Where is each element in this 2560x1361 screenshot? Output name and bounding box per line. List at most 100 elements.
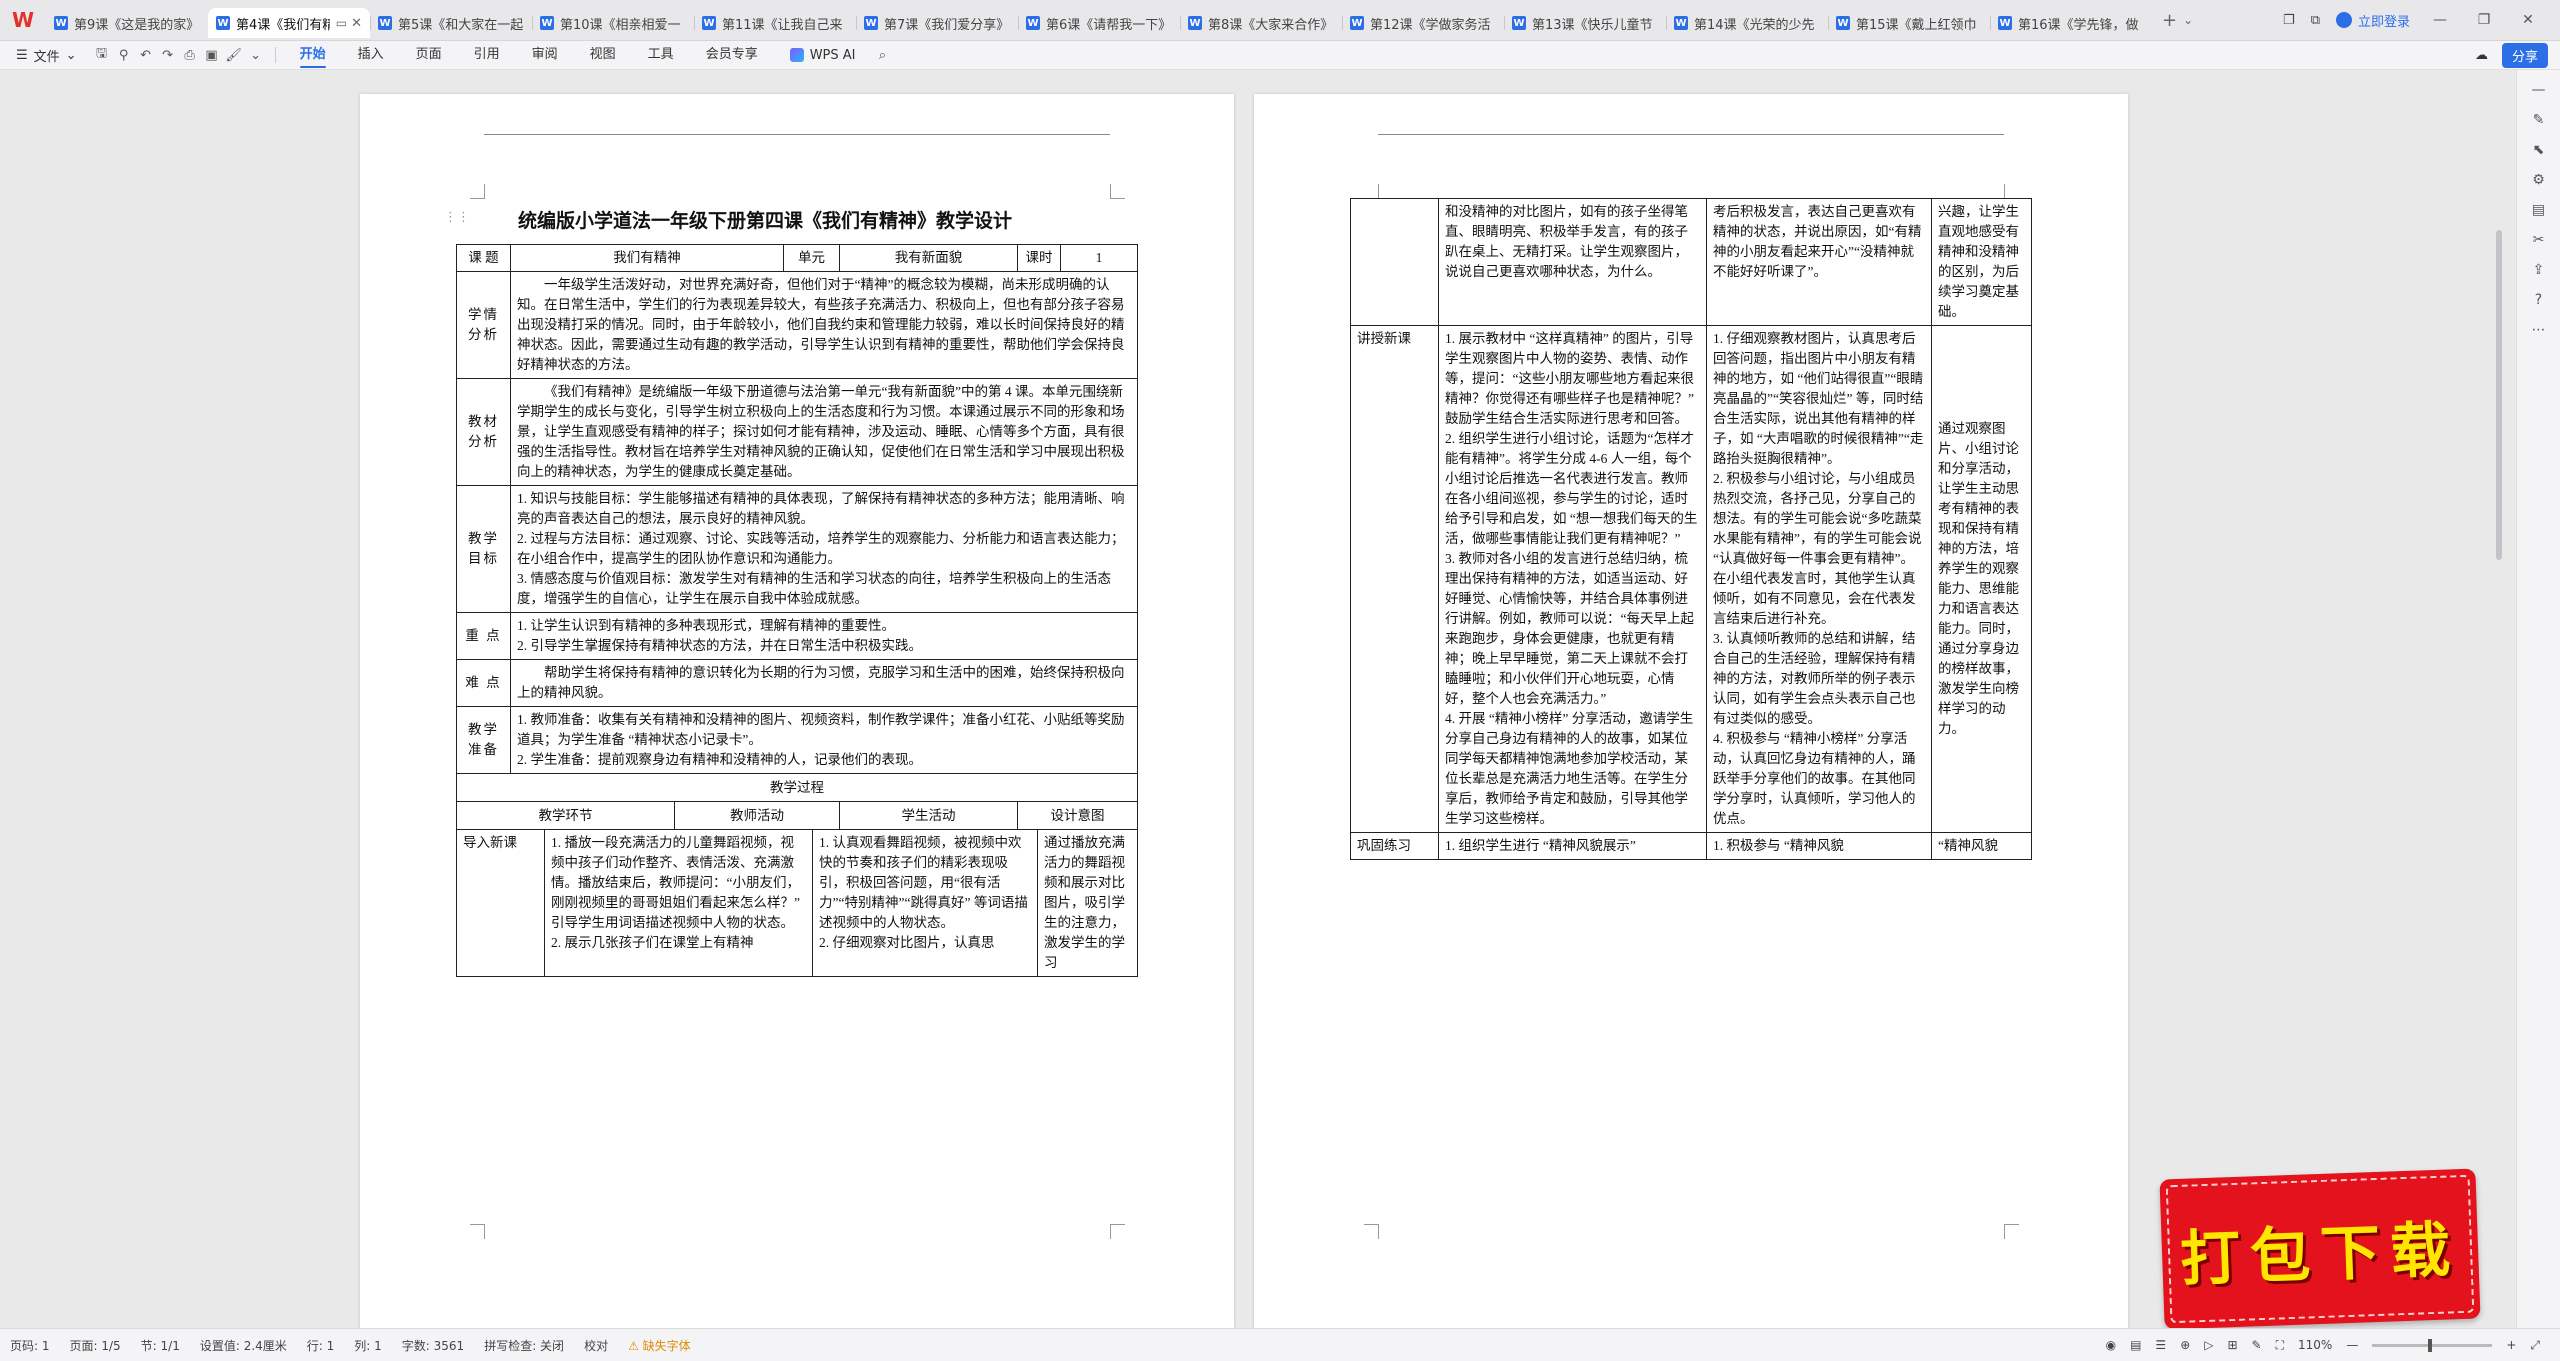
wps-logo-icon[interactable]: W	[0, 0, 46, 40]
paragraph-drag-handle-icon[interactable]: ⋮⋮	[444, 210, 470, 225]
zoom-in-icon[interactable]: +	[2506, 1338, 2516, 1352]
status-pages[interactable]: 页面: 1/5	[60, 1337, 131, 1354]
vertical-scrollbar[interactable]	[2496, 230, 2502, 560]
devices-icon[interactable]: ⧉	[2311, 13, 2320, 28]
window-restore-icon[interactable]: ❐	[2283, 13, 2295, 28]
search-replace-icon[interactable]: ⚲	[113, 48, 135, 63]
preparation-row: 教学准备 1. 教师准备：收集有关有精神和没精神的图片、视频资料，制作教学课件；…	[456, 706, 1138, 774]
goal-item: 2. 过程与方法目标：通过观察、讨论、实践等活动，培养学生的观察能力、分析能力和…	[517, 531, 1125, 566]
help-icon[interactable]: ?	[2535, 292, 2542, 308]
share-panel-icon[interactable]: ⇪	[2533, 262, 2545, 278]
document-tab[interactable]: W 第10课《相亲相爱一	[532, 8, 694, 38]
format-painter-icon[interactable]: 🖌	[223, 48, 245, 63]
document-tab[interactable]: W 第4课《我们有精 ▭ ✕	[208, 8, 370, 38]
zoom-slider[interactable]	[2372, 1338, 2493, 1352]
save-icon[interactable]: 🖫	[91, 44, 113, 66]
menu-tab[interactable]: 页面	[400, 41, 458, 69]
document-tab[interactable]: W 第5课《和大家在一起	[370, 8, 532, 38]
outline-view-icon[interactable]: ☰	[2155, 1338, 2166, 1352]
page-view-icon[interactable]: ▤	[2130, 1338, 2141, 1352]
eye-protection-icon[interactable]: ◉	[2106, 1338, 2116, 1352]
document-page-1[interactable]: ⋮⋮ 统编版小学道法一年级下册第四课《我们有精神》教学设计 课 题 我们有精神 …	[360, 94, 1234, 1328]
hours-label: 课时	[1017, 244, 1061, 272]
zoom-level[interactable]: 110%	[2298, 1338, 2332, 1352]
intro-student: 1. 认真观看舞蹈视频，被视频中欢快的节奏和孩子们的精彩表现吸引，积极回答问题，…	[812, 829, 1038, 977]
print-icon[interactable]: ⎙	[179, 48, 201, 63]
menu-tab[interactable]: 工具	[632, 41, 690, 69]
menu-tab[interactable]: 引用	[458, 41, 516, 69]
select-cursor-icon[interactable]: ⬉	[2533, 142, 2545, 158]
menu-tab[interactable]: 视图	[574, 41, 632, 69]
margin-corner-mark	[1110, 184, 1125, 199]
status-missing-font[interactable]: ⚠ 缺失字体	[618, 1337, 701, 1354]
pen-mode-icon[interactable]: ✎	[2252, 1338, 2262, 1352]
word-doc-icon: W	[1836, 16, 1850, 30]
word-doc-icon: W	[1512, 16, 1526, 30]
document-page-2[interactable]: 和没精神的对比图片，如有的孩子坐得笔直、眼睛明亮、积极举手发言，有的孩子趴在桌上…	[1254, 94, 2128, 1328]
login-button[interactable]: 立即登录	[2335, 11, 2410, 30]
minimize-button[interactable]: —	[2426, 12, 2454, 28]
redo-icon[interactable]: ↷	[157, 48, 179, 63]
status-word-count[interactable]: 字数: 3561	[392, 1337, 474, 1354]
document-tab[interactable]: W 第8课《大家来合作》	[1180, 8, 1342, 38]
status-proofread[interactable]: 校对	[574, 1337, 618, 1354]
file-menu-label: 文件	[33, 49, 60, 65]
wps-ai-label: WPS AI	[809, 47, 856, 63]
tools-icon[interactable]: ✂	[2533, 232, 2545, 248]
tab-label: 第13课《快乐儿童节	[1532, 17, 1653, 33]
export-pdf-icon[interactable]: ▣	[201, 48, 223, 63]
menu-tab[interactable]: 插入	[342, 41, 400, 69]
tab-list-chevron-icon[interactable]: ⌄	[2183, 13, 2193, 27]
settings-sliders-icon[interactable]: ⚙	[2532, 172, 2545, 188]
fullscreen-icon[interactable]: ⤢	[2530, 1338, 2540, 1353]
teaching-goals-row: 教学目标 1. 知识与技能目标：学生能够描述有精神的具体表现，了解保持有精神状态…	[456, 485, 1138, 613]
maximize-button[interactable]: ❐	[2470, 12, 2498, 28]
document-tab[interactable]: W 第16课《学先锋，做	[1990, 8, 2152, 38]
share-button[interactable]: 分享	[2501, 42, 2548, 68]
document-tab[interactable]: W 第14课《光荣的少先	[1666, 8, 1828, 38]
new-tab-button[interactable]: +	[2162, 10, 2177, 31]
document-tab[interactable]: W 第11课《让我自己来	[694, 8, 856, 38]
more-icon[interactable]: ⋯	[2532, 322, 2546, 338]
file-menu-button[interactable]: ☰ 文件 ⌄	[0, 46, 91, 65]
learner-analysis-label: 学情分析	[456, 271, 511, 379]
document-tab[interactable]: W 第12课《学做家务活	[1342, 8, 1504, 38]
image-tool-icon[interactable]: ▤	[2532, 202, 2545, 218]
screen-icon[interactable]: ▭	[336, 16, 347, 30]
download-banner[interactable]: 打包下载	[2159, 1168, 2481, 1330]
fit-page-icon[interactable]: ⛶	[2276, 1338, 2284, 1353]
menu-tab[interactable]: 审阅	[516, 41, 574, 69]
goal-item: 1. 知识与技能目标：学生能够描述有精神的具体表现，了解保持有精神状态的多种方法…	[517, 491, 1125, 526]
wps-ai-button[interactable]: WPS AI	[774, 48, 872, 63]
pen-icon[interactable]: ✎	[2533, 112, 2545, 128]
minimize-panel-icon[interactable]: —	[2532, 82, 2546, 98]
document-tab[interactable]: W 第7课《我们爱分享》	[856, 8, 1018, 38]
tab-label: 第6课《请帮我一下》	[1046, 17, 1172, 33]
menu-tab[interactable]: 会员专享	[690, 41, 774, 69]
search-icon[interactable]: ⌕	[872, 48, 894, 63]
status-spell-check[interactable]: 拼写检查: 关闭	[474, 1337, 574, 1354]
close-window-button[interactable]: ✕	[2514, 12, 2542, 28]
header-intent: 设计意图	[1017, 801, 1138, 830]
zoom-out-icon[interactable]: —	[2346, 1338, 2358, 1352]
menu-tab[interactable]: 开始	[284, 41, 342, 69]
play-icon[interactable]: ▷	[2204, 1338, 2213, 1352]
document-tab[interactable]: W 第15课《戴上红领巾	[1828, 8, 1990, 38]
chevron-down-icon: ⌄	[65, 47, 77, 63]
new-stage: 讲授新课	[1350, 325, 1439, 833]
document-tab[interactable]: W 第9课《这是我的家》	[46, 8, 208, 38]
word-doc-icon: W	[1998, 16, 2012, 30]
header-stage: 教学环节	[456, 801, 675, 830]
web-view-icon[interactable]: ⊕	[2180, 1338, 2190, 1352]
document-workspace[interactable]: ⋮⋮ 统编版小学道法一年级下册第四课《我们有精神》教学设计 课 题 我们有精神 …	[0, 70, 2560, 1328]
undo-icon[interactable]: ↶	[135, 48, 157, 63]
intro-row: 导入新课 1. 播放一段充满活力的儿童舞蹈视频，视频中孩子们动作整齐、表情活泼、…	[456, 829, 1138, 977]
document-tab[interactable]: W 第13课《快乐儿童节	[1504, 8, 1666, 38]
zoom-slider-thumb[interactable]	[2428, 1338, 2433, 1352]
document-tab[interactable]: W 第6课《请帮我一下》	[1018, 8, 1180, 38]
close-tab-icon[interactable]: ✕	[347, 16, 362, 31]
more-chevron-icon[interactable]: ⌄	[245, 48, 267, 63]
wps-ai-icon	[789, 48, 804, 62]
read-mode-icon[interactable]: ⊞	[2227, 1338, 2237, 1352]
cloud-sync-icon[interactable]: ☁	[2475, 48, 2488, 63]
